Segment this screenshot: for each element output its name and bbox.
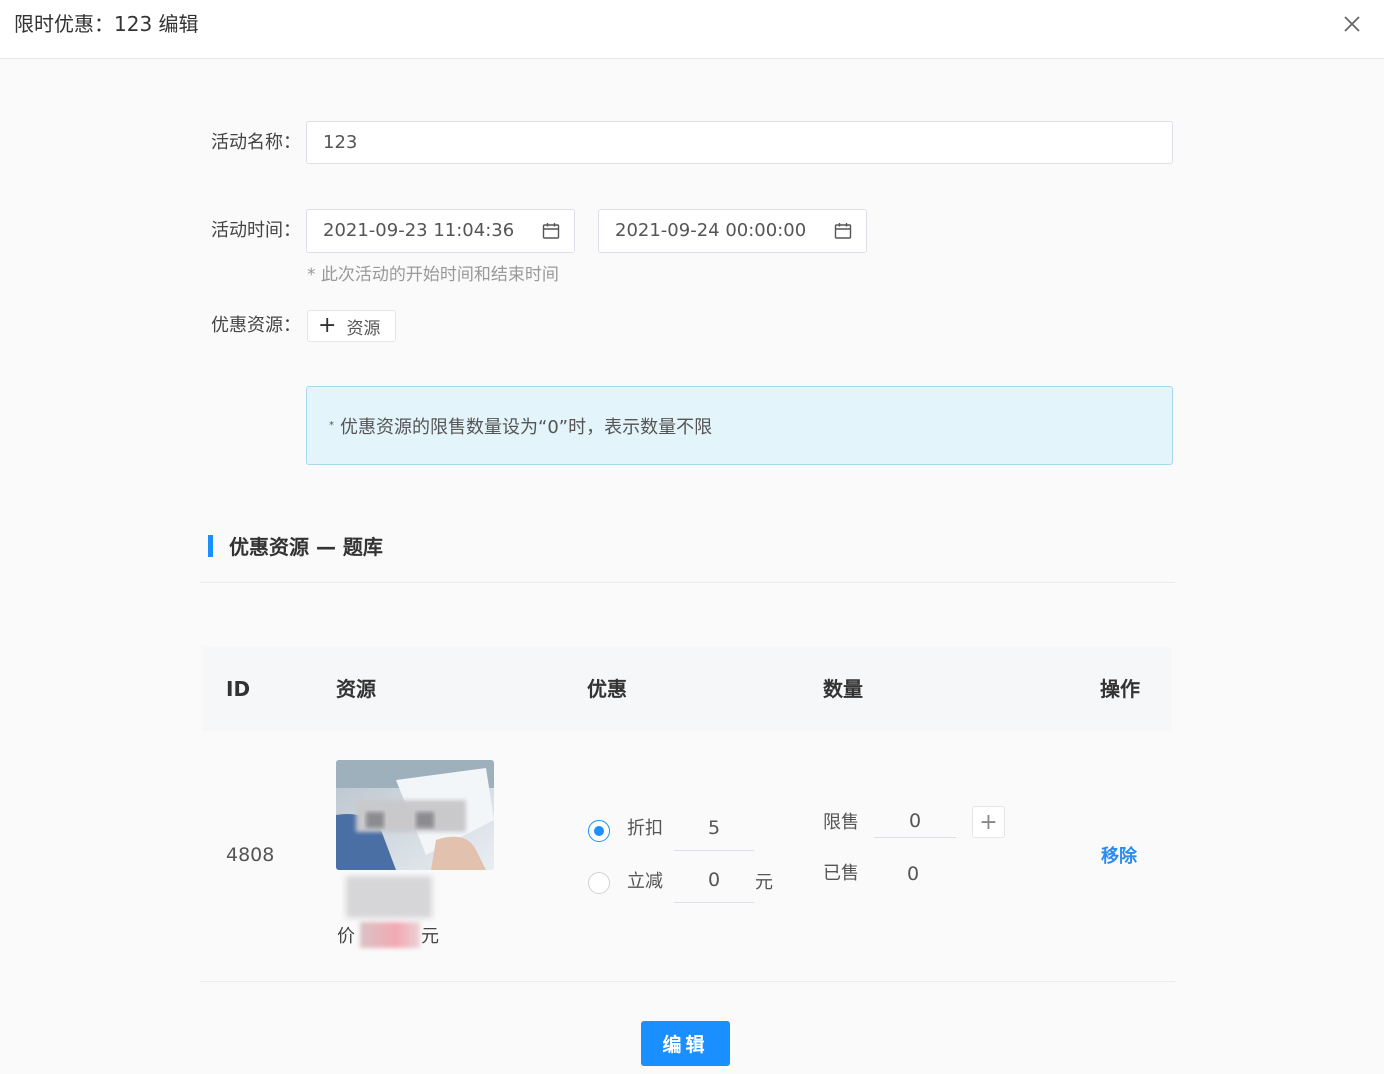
column-header-action: 操作 <box>1100 677 1140 701</box>
activity-name-input[interactable]: 123 <box>306 121 1173 164</box>
activity-time-label: 活动时间： <box>211 220 301 241</box>
sold-value: 0 <box>907 863 920 885</box>
plus-icon: + <box>318 313 337 338</box>
plus-icon: + <box>979 809 998 835</box>
resource-title-blurred <box>346 876 432 918</box>
limit-label: 限售 <box>823 812 859 833</box>
activity-name-value: 123 <box>323 131 358 153</box>
dialog-title: 限时优惠：123 编辑 <box>14 12 199 36</box>
price-value-blurred <box>360 922 420 948</box>
add-resource-button[interactable]: + 资源 <box>307 310 396 342</box>
bullet-icon: * <box>329 420 334 431</box>
close-icon[interactable] <box>1340 12 1364 36</box>
column-header-resource: 资源 <box>336 677 376 701</box>
calendar-icon <box>834 223 852 239</box>
reduce-label: 立减 <box>627 871 663 892</box>
reduce-radio[interactable] <box>588 872 610 894</box>
start-time-value: 2021-09-23 11:04:36 <box>323 220 515 241</box>
divider <box>200 582 1175 583</box>
sold-label: 已售 <box>823 863 859 884</box>
column-header-quantity: 数量 <box>823 677 863 701</box>
price-prefix: 价 <box>337 926 355 947</box>
discount-input[interactable]: 5 <box>674 815 754 851</box>
remove-link[interactable]: 移除 <box>1101 845 1137 869</box>
activity-name-label: 活动名称： <box>211 132 301 153</box>
calendar-icon <box>542 223 560 239</box>
row-id: 4808 <box>226 844 275 866</box>
column-header-discount: 优惠 <box>587 677 627 701</box>
divider <box>200 981 1175 982</box>
limit-input[interactable]: 0 <box>874 808 956 838</box>
resource-thumbnail <box>336 760 494 870</box>
reduce-unit: 元 <box>755 872 773 893</box>
section-accent-bar <box>208 535 213 557</box>
notice-text: 优惠资源的限售数量设为“0”时，表示数量不限 <box>340 416 713 438</box>
reduce-input[interactable]: 0 <box>674 867 754 903</box>
dialog-header: 限时优惠：123 编辑 <box>0 0 1384 59</box>
start-time-picker[interactable]: 2021-09-23 11:04:36 <box>306 209 575 253</box>
discount-radio[interactable] <box>588 820 610 842</box>
notice-box: * 优惠资源的限售数量设为“0”时，表示数量不限 <box>306 386 1173 465</box>
end-time-value: 2021-09-24 00:00:00 <box>615 220 807 241</box>
time-hint: * 此次活动的开始时间和结束时间 <box>307 265 559 285</box>
end-time-picker[interactable]: 2021-09-24 00:00:00 <box>598 209 867 253</box>
resource-label: 优惠资源： <box>211 315 301 336</box>
table-header: ID 资源 优惠 数量 操作 <box>202 647 1172 731</box>
price-suffix: 元 <box>421 926 439 947</box>
add-resource-label: 资源 <box>346 318 381 339</box>
section-title: 优惠资源 — 题库 <box>229 535 383 559</box>
limit-increase-button[interactable]: + <box>972 806 1005 838</box>
discount-label: 折扣 <box>627 818 663 839</box>
edit-button[interactable]: 编辑 <box>641 1021 730 1066</box>
column-header-id: ID <box>226 677 251 701</box>
